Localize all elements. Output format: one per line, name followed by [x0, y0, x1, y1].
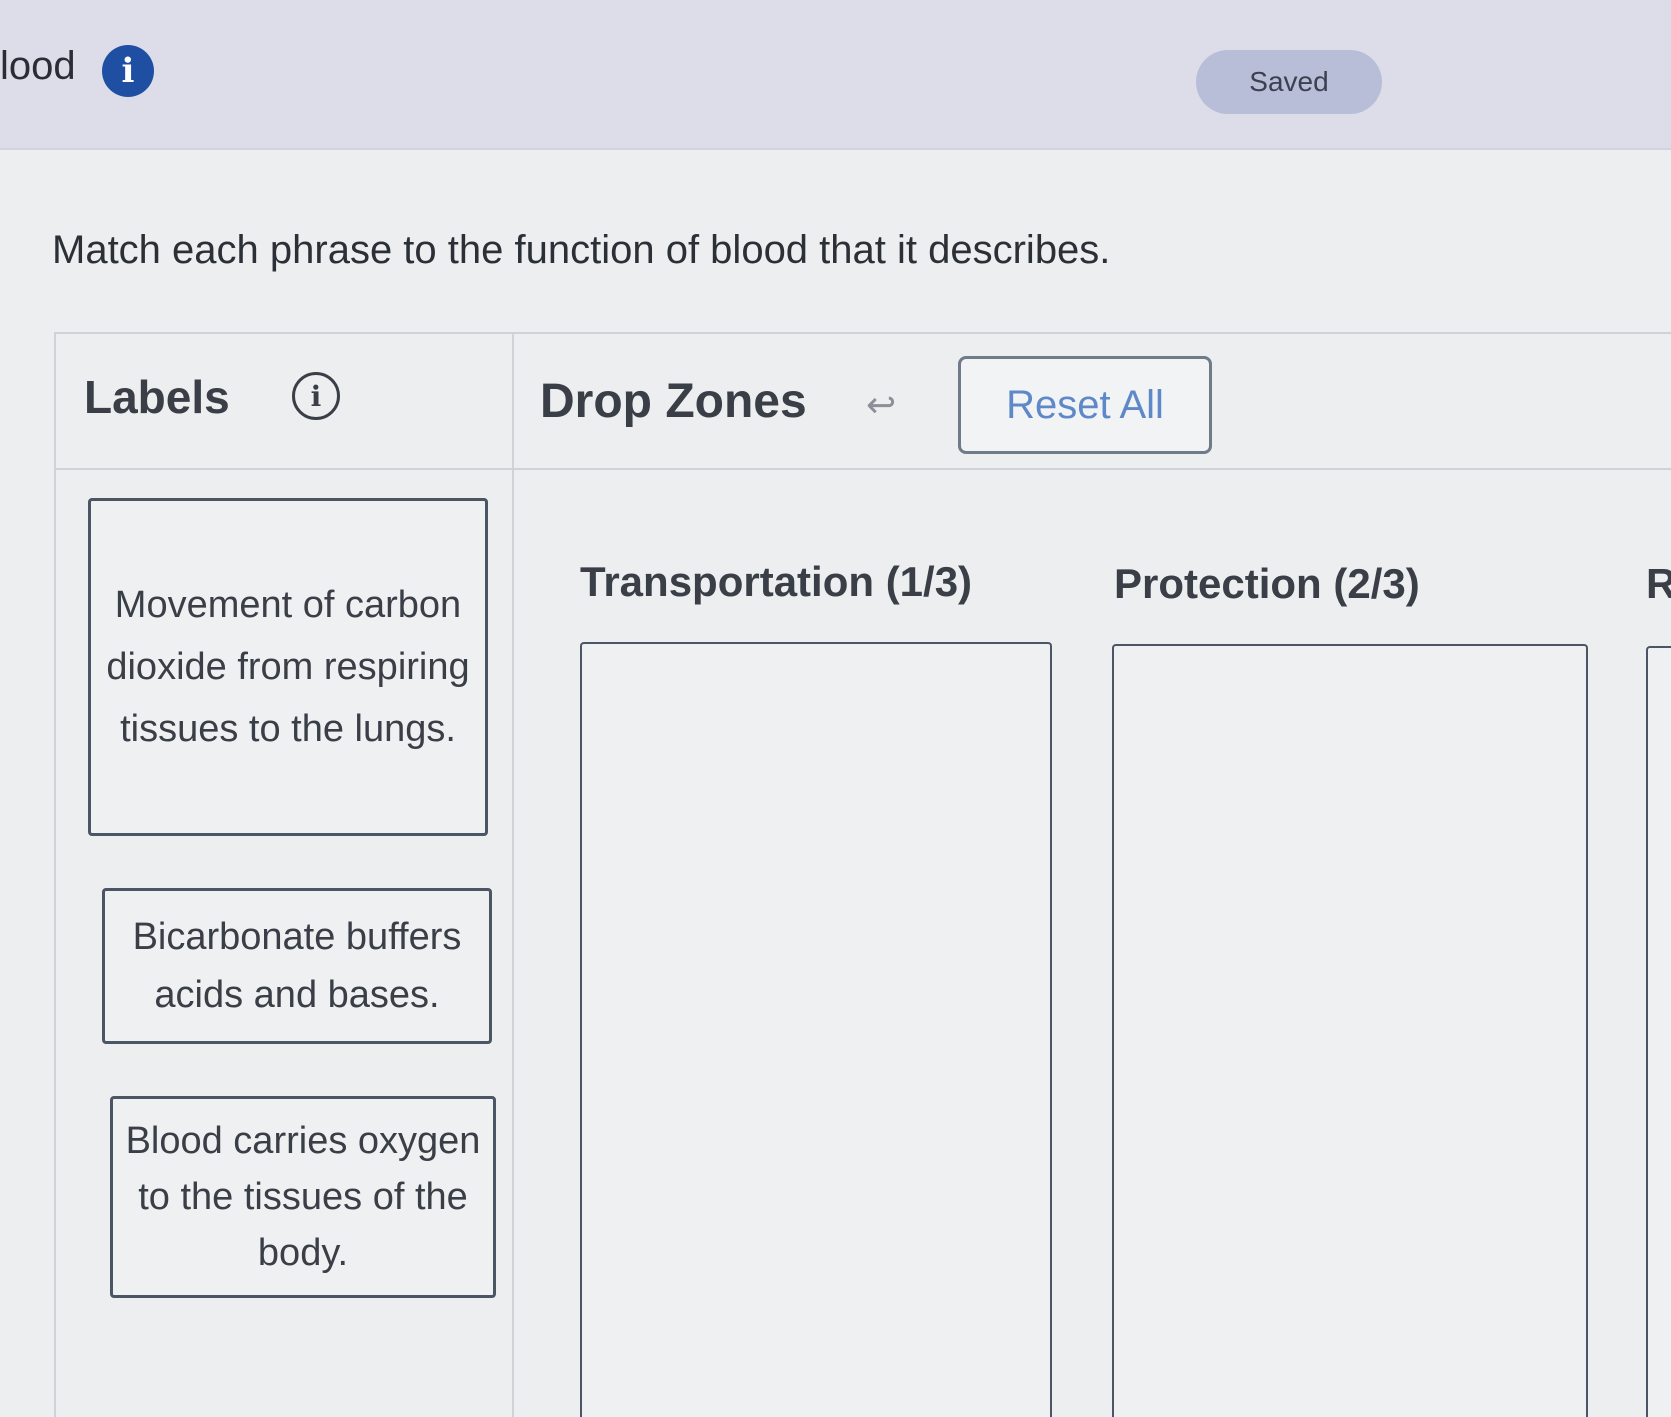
page: lood i Saved Match each phrase to the fu… [0, 0, 1671, 1417]
dropzone-title-third: R [1646, 560, 1671, 607]
dropzone-third[interactable] [1646, 646, 1671, 1417]
label-card[interactable]: Bicarbonate buffers acids and bases. [102, 888, 492, 1044]
dropzones-heading: Drop Zones [540, 375, 807, 428]
dropzone-title-transportation: Transportation (1/3) [580, 558, 973, 605]
saved-status-badge: Saved [1196, 50, 1382, 114]
label-card-text: Movement of carbon dioxide from respirin… [106, 584, 470, 750]
label-card-text: Bicarbonate buffers acids and bases. [132, 916, 462, 1016]
undo-icon[interactable]: ↩ [866, 384, 896, 426]
label-card[interactable]: Blood carries oxygen to the tissues of t… [110, 1096, 496, 1298]
instruction-text: Match each phrase to the function of blo… [52, 228, 1111, 272]
label-card-text: Blood carries oxygen to the tissues of t… [125, 1120, 481, 1274]
assignment-title: lood [0, 44, 76, 88]
header-bar: lood i Saved [0, 0, 1671, 150]
label-card[interactable]: Movement of carbon dioxide from respirin… [88, 498, 488, 836]
reset-all-button[interactable]: Reset All [958, 356, 1212, 454]
dropzone-title-protection: Protection (2/3) [1114, 560, 1420, 607]
dropzone-transportation[interactable] [580, 642, 1052, 1417]
labels-heading: Labels [84, 371, 230, 423]
labels-info-icon[interactable]: i [292, 372, 340, 420]
info-icon[interactable]: i [102, 45, 154, 97]
dropzone-protection[interactable] [1112, 644, 1588, 1417]
header-divider [54, 468, 1671, 470]
